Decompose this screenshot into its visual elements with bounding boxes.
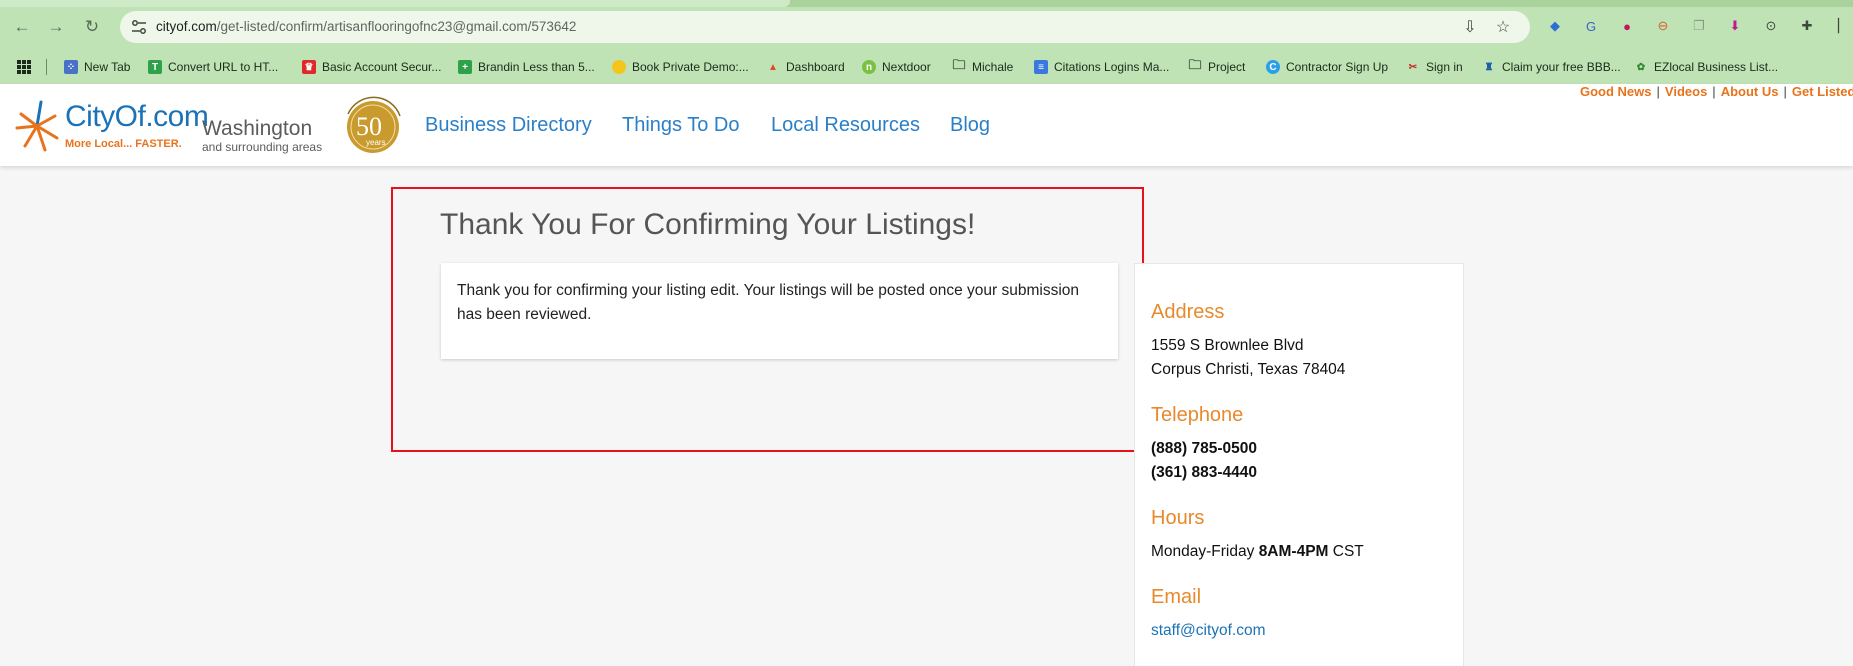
hours-days: Monday-Friday — [1151, 543, 1259, 560]
toplink-good-news[interactable]: Good News — [1580, 84, 1652, 99]
bookmark-folder-project[interactable]: 🗀 Project — [1188, 56, 1245, 78]
toplink-separator: | — [1656, 84, 1660, 99]
toplink-separator: | — [1783, 84, 1787, 99]
nav-things-to-do[interactable]: Things To Do — [622, 114, 739, 137]
bookmark-sign-in[interactable]: ✂ Sign in — [1406, 56, 1463, 78]
toplink-get-listed[interactable]: Get Listed — [1792, 84, 1853, 99]
forward-icon[interactable]: → — [45, 16, 67, 38]
page-title: Thank You For Confirming Your Listings! — [440, 208, 976, 241]
copy-extension-icon[interactable]: ❐ — [1688, 15, 1710, 37]
star-burst-icon — [15, 100, 59, 152]
bookmark-nextdoor[interactable]: n Nextdoor — [862, 56, 931, 78]
hours-time: 8AM-4PM — [1258, 543, 1329, 560]
telephone-heading: Telephone — [1151, 404, 1244, 426]
site-info-icon[interactable] — [130, 19, 148, 35]
bookmarks-bar: ⁘ New Tab T Convert URL to HT... ♛ Basic Ac… — [0, 49, 1853, 84]
bookmark-contractor[interactable]: C Contractor Sign Up — [1266, 56, 1388, 78]
toplink-videos[interactable]: Videos — [1665, 84, 1707, 99]
nav-blog[interactable]: Blog — [950, 114, 990, 137]
crown-favicon-icon: ♛ — [302, 60, 316, 74]
hours-heading: Hours — [1151, 507, 1205, 529]
bookmark-bbb[interactable]: ♜ Claim your free BBB... — [1482, 56, 1621, 78]
folder-icon: 🗀 — [952, 57, 966, 72]
back-icon[interactable]: ← — [11, 16, 33, 38]
bookmark-convert-url[interactable]: T Convert URL to HT... — [148, 56, 278, 78]
nav-local-resources[interactable]: Local Resources — [771, 114, 920, 137]
address-line-2: Corpus Christi, Texas 78404 — [1151, 361, 1346, 378]
badge-years: years — [366, 138, 386, 147]
doc-favicon-icon: ≡ — [1034, 60, 1048, 74]
bbb-favicon-icon: ♜ — [1484, 61, 1494, 73]
hours-zone: CST — [1328, 543, 1364, 560]
bookmark-basic-account[interactable]: ♛ Basic Account Secur... — [302, 56, 441, 78]
tab-strip — [0, 0, 1853, 7]
t-favicon-icon: T — [148, 60, 162, 74]
bookmark-star-icon[interactable]: ☆ — [1493, 17, 1513, 37]
shield-extension-icon[interactable]: ◆ — [1544, 15, 1566, 37]
bookmark-dashboard[interactable]: ▲ Dashboard — [766, 56, 845, 78]
bulb-favicon-icon — [612, 60, 626, 74]
bookmarks-divider — [46, 59, 47, 75]
toplink-separator: | — [1712, 84, 1716, 99]
city-subtitle: and surrounding areas — [202, 140, 323, 154]
bookmark-book-demo[interactable]: Book Private Demo:... — [612, 56, 749, 78]
bookmark-ezlocal[interactable]: ✿ EZlocal Business List... — [1634, 56, 1778, 78]
apps-grid-icon[interactable] — [16, 56, 32, 78]
plus-favicon-icon: + — [458, 60, 472, 74]
confirmation-message: Thank you for confirming your listing ed… — [457, 282, 1080, 323]
stop-extension-icon[interactable]: ⊖ — [1652, 15, 1674, 37]
color-extension-icon[interactable]: ● — [1616, 15, 1638, 37]
phone-number-1[interactable]: (888) 785-0500 — [1151, 440, 1257, 458]
toplink-about-us[interactable]: About Us — [1721, 84, 1779, 99]
fifty-years-badge: 50 years — [342, 94, 404, 156]
signin-favicon-icon: ✂ — [1408, 61, 1418, 73]
phone-number-2[interactable]: (361) 883-4440 — [1151, 464, 1257, 482]
c-favicon-icon: C — [1266, 60, 1280, 74]
city-name: Washington — [202, 117, 313, 140]
email-heading: Email — [1151, 586, 1202, 608]
logo-tagline: More Local... FASTER. — [65, 138, 182, 150]
dots-icon: ⁘ — [64, 60, 78, 74]
top-links: Good News|Videos|About Us|Get Listed|Co — [1580, 84, 1853, 99]
address-line-1: 1559 S Brownlee Blvd — [1151, 337, 1304, 354]
address-bar[interactable]: cityof.com/get-listed/confirm/artisanflo… — [120, 11, 1530, 43]
bookmark-new-tab[interactable]: ⁘ New Tab — [64, 56, 130, 78]
ezlocal-favicon-icon: ✿ — [1636, 61, 1646, 73]
site-logo[interactable]: CityOf.com More Local... FASTER. Washing… — [15, 98, 325, 154]
bookmark-brandin[interactable]: + Brandin Less than 5... — [458, 56, 595, 78]
address-heading: Address — [1151, 301, 1225, 323]
email-link[interactable]: staff@cityof.com — [1151, 622, 1266, 640]
logo-wordmark: CityOf.com — [65, 100, 209, 133]
triangle-favicon-icon: ▲ — [768, 61, 778, 73]
confirmation-card: Thank you for confirming your listing ed… — [441, 263, 1118, 359]
download-extension-icon[interactable]: ⬇ — [1724, 15, 1746, 37]
install-app-icon[interactable]: ⇩ — [1460, 17, 1480, 37]
nextdoor-favicon-icon: n — [862, 60, 876, 74]
contact-sidebar: Address 1559 S Brownlee Blvd Corpus Chri… — [1134, 263, 1464, 666]
translate-extension-icon[interactable]: G — [1580, 15, 1602, 37]
bookmark-folder-michale[interactable]: 🗀 Michale — [952, 56, 1013, 78]
extensions-puzzle-icon[interactable]: ✚ — [1796, 15, 1818, 37]
site-header: CityOf.com More Local... FASTER. Washing… — [0, 84, 1853, 166]
side-panel-icon[interactable]: ▏ — [1832, 15, 1853, 37]
reload-icon[interactable]: ↻ — [81, 16, 103, 38]
hours-text: Monday-Friday 8AM-4PM CST — [1151, 543, 1364, 561]
url-text[interactable]: cityof.com/get-listed/confirm/artisanflo… — [156, 19, 576, 34]
active-tab[interactable] — [0, 0, 790, 7]
nav-business-directory[interactable]: Business Directory — [425, 114, 592, 137]
bookmark-citations[interactable]: ≡ Citations Logins Ma... — [1034, 56, 1169, 78]
location-extension-icon[interactable]: ⊙ — [1760, 15, 1782, 37]
folder-icon: 🗀 — [1188, 57, 1202, 72]
browser-toolbar: ← → ↻ cityof.com/get-listed/confirm/arti… — [0, 0, 1853, 49]
